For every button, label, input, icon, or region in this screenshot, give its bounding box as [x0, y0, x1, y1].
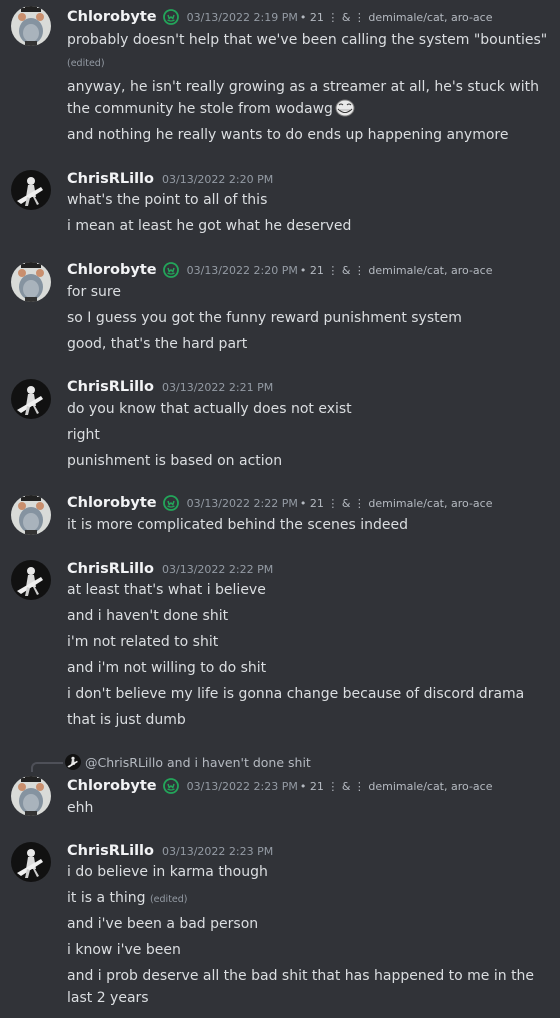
user-tag: • 21 ⋮ & ⋮ demimale/cat, aro-ace: [299, 10, 493, 24]
message-text: what's the point to all of this: [67, 192, 268, 208]
timestamp[interactable]: 03/13/2022 2:20 PM: [187, 264, 298, 277]
username[interactable]: ChrisRLillo: [67, 171, 154, 187]
reply-mention[interactable]: @ChrisRLillo: [85, 755, 163, 770]
timestamp[interactable]: 03/13/2022 2:23 PM: [162, 845, 273, 858]
message-text: it is more complicated behind the scenes…: [67, 517, 408, 533]
trollface-emoji[interactable]: [335, 99, 355, 117]
timestamp[interactable]: 03/13/2022 2:19 PM: [187, 11, 298, 24]
username[interactable]: Chlorobyte: [67, 778, 157, 794]
guitarist-avatar-icon: [11, 842, 51, 882]
message-text: probably doesn't help that we've been ca…: [67, 32, 548, 48]
timestamp[interactable]: 03/13/2022 2:20 PM: [162, 173, 273, 186]
message-text: punishment is based on action: [67, 453, 283, 469]
cat-circle-icon[interactable]: [162, 262, 179, 278]
hamster-avatar-icon: [11, 776, 51, 816]
cat-circle-icon[interactable]: [162, 495, 179, 511]
message-text: so I guess you got the funny reward puni…: [67, 310, 462, 326]
edited-indicator: (edited): [149, 894, 188, 905]
avatar-chlorobyte[interactable]: [11, 262, 51, 302]
username[interactable]: ChrisRLillo: [67, 843, 154, 859]
message-header: Chlorobyte 03/13/2022 2:22 PM • 21 ⋮ & ⋮…: [67, 492, 492, 514]
username[interactable]: Chlorobyte: [67, 495, 157, 511]
message-text: i know i've been: [67, 942, 181, 958]
user-tag: • 21 ⋮ & ⋮ demimale/cat, aro-ace: [299, 779, 493, 793]
message-text: that is just dumb: [67, 712, 186, 728]
cat-circle-icon[interactable]: [162, 9, 179, 25]
message-text: i do believe in karma though: [67, 864, 268, 880]
hamster-avatar-icon: [11, 262, 51, 302]
message-header: Chlorobyte 03/13/2022 2:20 PM • 21 ⋮ & ⋮…: [67, 259, 492, 281]
username[interactable]: ChrisRLillo: [67, 561, 154, 577]
message-text: i'm not related to shit: [67, 634, 219, 650]
message-text: at least that's what i believe: [67, 582, 266, 598]
message-text: for sure: [67, 284, 121, 300]
message-header: Chlorobyte 03/13/2022 2:23 PM • 21 ⋮ & ⋮…: [67, 775, 492, 797]
message-text: and nothing he really wants to do ends u…: [67, 127, 509, 143]
message-header: ChrisRLillo 03/13/2022 2:20 PM: [67, 168, 273, 190]
message-header: ChrisRLillo 03/13/2022 2:22 PM: [67, 558, 273, 580]
cat-circle-icon[interactable]: [162, 778, 179, 794]
username[interactable]: Chlorobyte: [67, 9, 157, 25]
avatar-chlorobyte[interactable]: [11, 495, 51, 535]
chat-message-list: Chlorobyte 03/13/2022 2:19 PM • 21 ⋮ & ⋮…: [0, 0, 560, 1018]
guitarist-avatar-icon: [11, 170, 51, 210]
message-text: and i've been a bad person: [67, 916, 259, 932]
avatar-chrisrlillo[interactable]: [11, 170, 51, 210]
timestamp[interactable]: 03/13/2022 2:21 PM: [162, 381, 273, 394]
message-text: i don't believe my life is gonna change …: [67, 686, 525, 702]
reply-preview[interactable]: @ChrisRLillo and i haven't done shit: [31, 752, 311, 772]
reply-spine: [31, 762, 63, 772]
user-tag: • 21 ⋮ & ⋮ demimale/cat, aro-ace: [299, 263, 493, 277]
message-text: anyway, he isn't really growing as a str…: [67, 79, 540, 117]
message-text: ehh: [67, 800, 94, 816]
timestamp[interactable]: 03/13/2022 2:22 PM: [162, 563, 273, 576]
hamster-avatar-icon: [11, 6, 51, 46]
timestamp[interactable]: 03/13/2022 2:23 PM: [187, 780, 298, 793]
message-text: do you know that actually does not exist: [67, 401, 352, 417]
guitarist-avatar-icon: [65, 754, 81, 770]
guitarist-avatar-icon: [11, 379, 51, 419]
guitarist-avatar-icon: [11, 560, 51, 600]
message-text: and i'm not willing to do shit: [67, 660, 267, 676]
reply-text[interactable]: and i haven't done shit: [167, 755, 311, 770]
username[interactable]: Chlorobyte: [67, 262, 157, 278]
reply-avatar: [65, 754, 81, 770]
edited-indicator: (edited): [67, 58, 105, 69]
avatar-chlorobyte[interactable]: [11, 6, 51, 46]
message-header: Chlorobyte 03/13/2022 2:19 PM • 21 ⋮ & ⋮…: [67, 6, 492, 28]
message-text: right: [67, 427, 100, 443]
message-text: i mean at least he got what he deserved: [67, 218, 352, 234]
avatar-chrisrlillo[interactable]: [11, 842, 51, 882]
avatar-chrisrlillo[interactable]: [11, 379, 51, 419]
avatar-chlorobyte[interactable]: [11, 776, 51, 816]
username[interactable]: ChrisRLillo: [67, 379, 154, 395]
message-text: and i prob deserve all the bad shit that…: [67, 968, 535, 1006]
user-tag: • 21 ⋮ & ⋮ demimale/cat, aro-ace: [299, 496, 493, 510]
timestamp[interactable]: 03/13/2022 2:22 PM: [187, 497, 298, 510]
message-header: ChrisRLillo 03/13/2022 2:21 PM: [67, 376, 273, 398]
message-text: it is a thing (edited): [67, 890, 188, 906]
message-text: and i haven't done shit: [67, 608, 229, 624]
message-header: ChrisRLillo 03/13/2022 2:23 PM: [67, 840, 273, 862]
hamster-avatar-icon: [11, 495, 51, 535]
avatar-chrisrlillo[interactable]: [11, 560, 51, 600]
message-text: good, that's the hard part: [67, 336, 248, 352]
